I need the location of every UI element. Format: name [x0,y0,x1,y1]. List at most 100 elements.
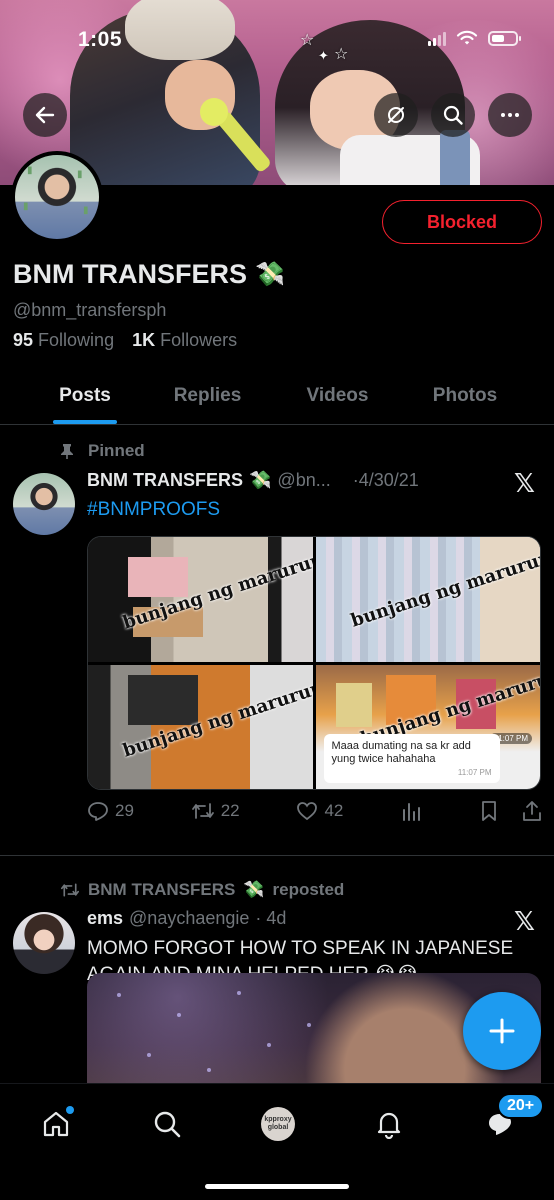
bookmark-icon[interactable] [479,800,499,822]
compose-post-button[interactable] [463,992,541,1070]
followers-link[interactable]: 1K Followers [132,330,237,351]
more-horizontal-icon [501,113,519,117]
chat-bubble: Maaa dumating na sa kr add yung twice ha… [323,734,500,783]
banner-microphone [200,98,228,126]
analytics-icon [403,803,421,821]
pin-icon [61,444,73,459]
following-label: Following [38,330,115,350]
post-author-name[interactable]: BNM TRANSFERS [87,470,243,491]
reply-icon [88,802,108,821]
nav-notifications[interactable] [367,1102,411,1146]
plus-icon [489,1018,515,1044]
repost-icon [60,883,79,897]
unread-dot [66,1106,74,1114]
box-contents [128,674,198,725]
tab-label: Posts [59,385,111,406]
banner-overall-strap [440,130,470,185]
profile-avatar[interactable]: ▮ ▮ ▮ ▮ [11,151,103,243]
star-sticker-icon: ☆ [334,46,349,63]
post-author-avatar[interactable] [13,473,75,535]
views-button[interactable] [400,800,422,822]
money-wings-icon: 💸 [249,470,272,490]
followers-count: 1K [132,330,156,350]
blocked-button[interactable]: Blocked [382,200,542,244]
nav-communities[interactable]: kpproxy global [256,1102,300,1146]
light-dot [117,993,121,997]
money-sticker-icon: ▮ [77,169,83,180]
repost-icon [191,803,214,819]
more-options-button[interactable] [488,93,532,137]
x-logo-icon: 𝕏 [514,468,535,498]
media-image[interactable]: bunjang ng marurupok [88,664,313,789]
cellular-signal-icon [428,30,446,46]
search-button[interactable] [431,93,475,137]
light-dot [307,1023,311,1027]
hashtag-link[interactable]: #BNMPROOFS [87,499,220,520]
like-button[interactable]: 42 [296,801,343,821]
reposted-label: reposted [272,880,345,899]
messages-badge: 20+ [497,1093,545,1119]
tab-photos[interactable]: Photos [430,368,500,424]
pinned-label: Pinned [88,441,145,460]
profile-tabs: Posts Replies Videos Photos [0,368,554,425]
money-wings-icon: 💸 [243,880,265,899]
following-link[interactable]: 95 Following [13,330,114,351]
repost-author-name[interactable]: ems [87,908,123,929]
post-divider [0,855,554,856]
light-dot [207,1068,211,1072]
heart-icon [297,802,318,821]
bell-icon [377,1112,401,1139]
search-icon [154,1111,181,1138]
chat-bubble-time: 11:07 PM [457,768,492,777]
reply-count: 29 [115,801,134,820]
tab-label: Replies [173,385,242,406]
search-icon [443,105,463,125]
chat-bubble-text: Maaa dumating na sa kr add yung twice ha… [331,740,471,765]
repost-count: 22 [220,801,240,820]
light-dot [147,1053,151,1057]
reply-button[interactable]: 29 [87,800,134,822]
post-author-handle[interactable]: @bn... [277,470,330,491]
grok-button[interactable] [374,93,418,137]
repost-author-avatar[interactable] [13,912,75,974]
post-actions: 29 22 42 [87,800,543,822]
home-icon [43,1111,69,1137]
media-image[interactable]: bunjang ng marurupok [315,537,540,662]
reposter-name[interactable]: BNM TRANSFERS [88,880,235,900]
box-contents [128,557,188,597]
repost-button[interactable]: 22 [191,800,240,822]
media-image[interactable]: bunjang ng marurupok [88,537,313,662]
x-logo-icon: 𝕏 [514,906,535,936]
battery-icon [488,30,521,46]
back-button[interactable] [23,93,67,137]
repost-author-handle[interactable]: @naychaengie [129,908,249,929]
following-count: 95 [13,330,34,350]
follow-stats: 95 Following 1K Followers [13,330,237,351]
nav-explore[interactable] [145,1102,189,1146]
post-date: ·4/30/21 [352,470,419,490]
grok-icon [388,107,404,123]
star-sticker-icon: ✦ [318,48,329,63]
repost-indicator: BNM TRANSFERS 💸 reposted [60,880,344,900]
tab-label: Photos [432,385,498,406]
media-image[interactable]: bunjang ng marurupok 11:07 PM Maaa dumat… [315,664,540,789]
community-avatar: kpproxy global [261,1107,295,1141]
share-icon[interactable] [521,800,543,822]
home-indicator [205,1184,349,1189]
tab-replies[interactable]: Replies [170,368,245,424]
followers-label: Followers [160,330,238,350]
post-media-grid[interactable]: bunjang ng marurupok bunjang ng marurupo… [87,536,541,790]
money-sticker-icon: ▮ [83,205,89,216]
tab-videos[interactable]: Videos [245,368,430,424]
tab-label: Videos [306,385,369,406]
pinned-indicator: Pinned [60,441,145,461]
banner-beanie [125,0,235,60]
tab-posts[interactable]: Posts [0,368,170,424]
star-sticker-icon: ☆ [300,32,315,49]
nav-home[interactable] [34,1102,78,1146]
active-tab-indicator [53,420,117,424]
post-extra-actions [479,800,543,822]
repost-header: ems @naychaengie · 4d [87,908,286,929]
light-dot [237,991,241,995]
arrow-left-icon [35,106,55,124]
